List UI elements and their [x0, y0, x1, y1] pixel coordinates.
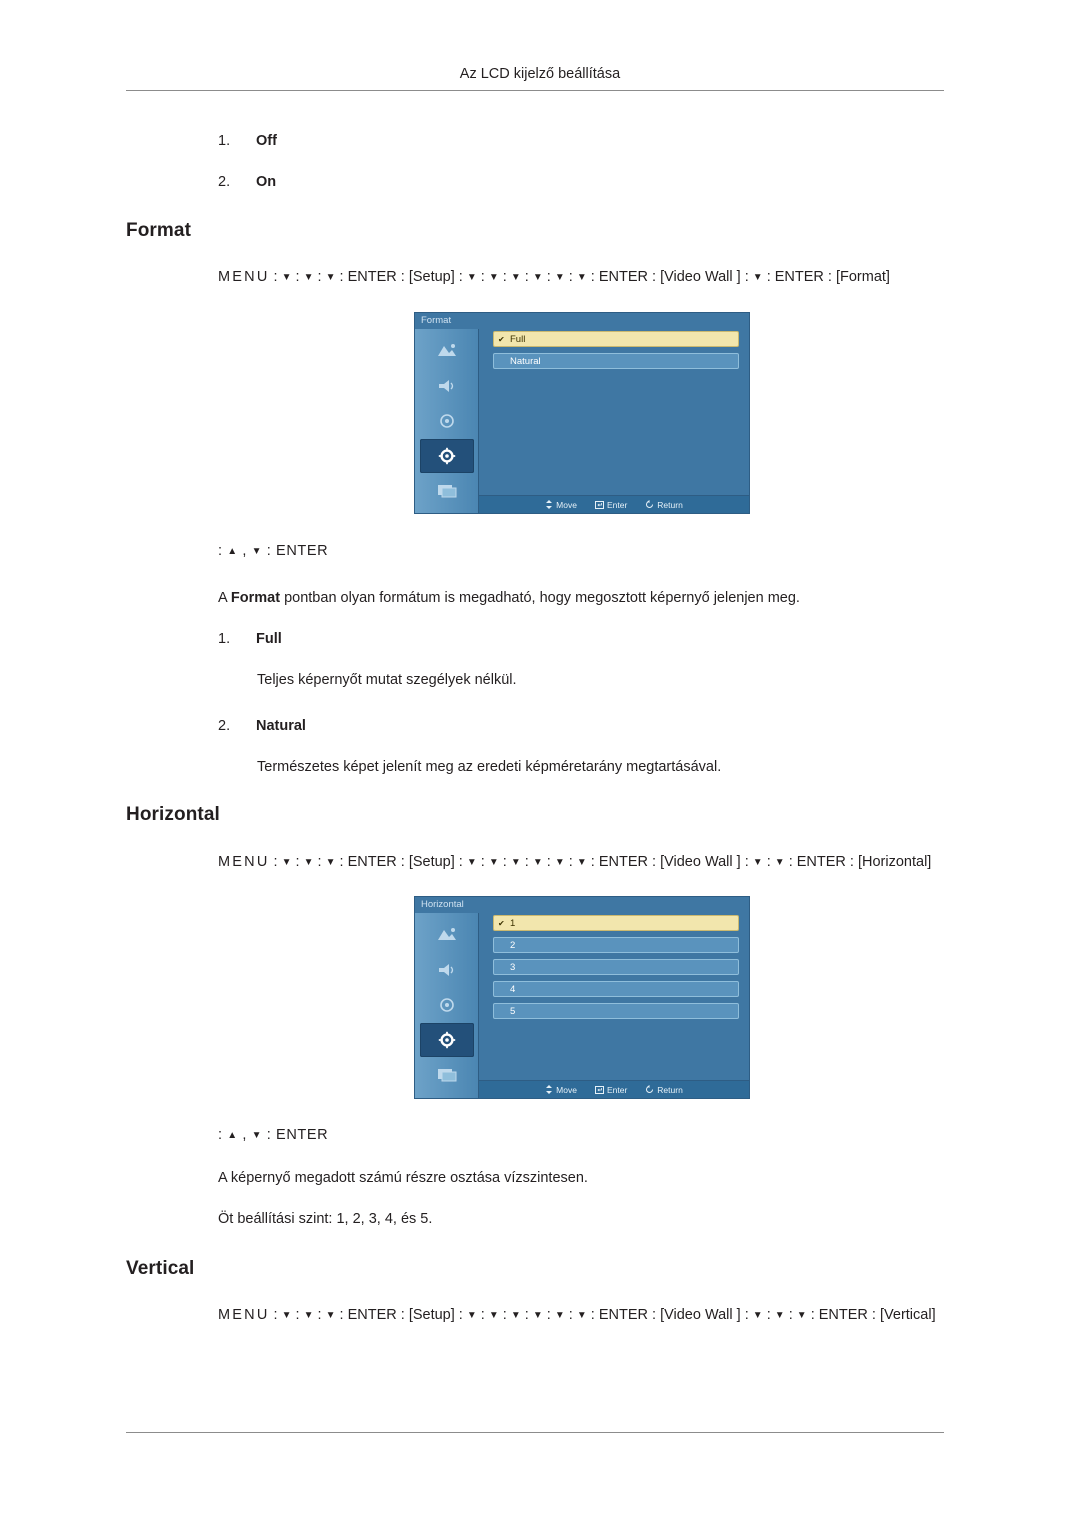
osd-option-list: ✔ Full Natural [479, 329, 749, 513]
horizontal-description-2: Öt beállítási szint: 1, 2, 3, 4, és 5. [218, 1211, 433, 1227]
osd-footer-move: Move [545, 500, 577, 510]
enter-instruction-horizontal: : ▲ , ▼ : ENTER [218, 1127, 329, 1143]
osd-row-label: Full [510, 333, 526, 345]
osd-row-label: 5 [510, 1005, 516, 1017]
list-item-label: Off [256, 133, 277, 149]
osd-footer-move-label: Move [556, 1084, 577, 1095]
osd-row-label: 1 [510, 917, 516, 929]
list-item-index: 1. [218, 133, 231, 149]
list-item: 2. Natural [218, 718, 306, 734]
osd-row-full[interactable]: ✔ Full [493, 331, 739, 347]
list-item-label: On [256, 174, 277, 190]
osd-footer-move: Move [545, 1085, 577, 1095]
osd-footer-return-label: Return [657, 499, 683, 510]
setup-gear-icon[interactable] [419, 439, 474, 473]
enter-instruction-format: : ▲ , ▼ : ENTER [218, 543, 329, 559]
page-header-title: Az LCD kijelző beállítása [459, 66, 621, 82]
section-heading-horizontal: Horizontal [126, 804, 220, 825]
enter-key-icon [594, 500, 604, 509]
osd-row-2[interactable]: 2 [493, 937, 739, 953]
input-icon[interactable] [420, 404, 474, 438]
osd-footer: Move Enter Return [479, 495, 749, 513]
osd-screenshot-format: Format ✔ Full Natural Move Enter Return [414, 312, 750, 514]
osd-row-natural[interactable]: Natural [493, 353, 739, 369]
osd-title: Horizontal [421, 899, 464, 910]
check-icon: ✔ [498, 334, 505, 344]
osd-title: Format [421, 315, 452, 326]
osd-footer-enter-label: Enter [606, 1084, 628, 1095]
osd-footer-enter-label: Enter [606, 499, 628, 510]
list-item-label: Full [256, 631, 282, 647]
list-item: 2. On [218, 174, 276, 190]
osd-icon-rail [415, 329, 479, 513]
list-item-index: 1. [218, 631, 231, 647]
footer-divider [126, 1432, 944, 1433]
input-icon[interactable] [420, 988, 474, 1022]
document-page: Az LCD kijelző beállítása 1. Off 2. On For… [0, 0, 1080, 1527]
osd-screenshot-horizontal: Horizontal ✔ 1 2 3 4 5 Move Enter Return [414, 896, 750, 1099]
osd-footer-return-label: Return [657, 1084, 683, 1095]
list-item-index: 2. [218, 718, 231, 734]
sound-icon[interactable] [420, 953, 474, 987]
up-down-arrow-icon [546, 1085, 553, 1094]
section-heading-format: Format [126, 220, 191, 241]
list-item-index: 2. [218, 174, 231, 190]
multi-control-icon[interactable] [420, 474, 474, 508]
osd-footer-return: Return [645, 1085, 683, 1095]
format-description-bold: Format [230, 590, 281, 606]
osd-row-5[interactable]: 5 [493, 1003, 739, 1019]
osd-option-list: ✔ 1 2 3 4 5 [479, 913, 749, 1098]
osd-row-label: 4 [510, 983, 516, 995]
osd-footer-enter: Enter [594, 1084, 628, 1095]
header-divider [126, 90, 944, 91]
check-icon: ✔ [498, 918, 505, 928]
menu-path-horizontal: MENU : ▼ : ▼ : ▼ : ENTER : [Setup] : ▼ :… [218, 854, 932, 870]
option-description: Természetes képet jelenít meg az eredeti… [257, 759, 722, 775]
osd-footer-enter: Enter [594, 499, 628, 510]
osd-icon-rail [415, 913, 479, 1098]
osd-footer-return: Return [645, 500, 683, 510]
picture-icon[interactable] [420, 334, 474, 368]
picture-icon[interactable] [420, 918, 474, 952]
return-arrow-icon [646, 500, 654, 508]
osd-row-3[interactable]: 3 [493, 959, 739, 975]
osd-row-label: 3 [510, 961, 516, 973]
list-item: 1. Full [218, 631, 282, 647]
menu-path-format: MENU : ▼ : ▼ : ▼ : ENTER : [Setup] : ▼ :… [218, 269, 890, 285]
setup-gear-icon[interactable] [419, 1023, 474, 1057]
return-arrow-icon [646, 1085, 654, 1093]
horizontal-description-1: A képernyő megadott számú részre osztása… [218, 1170, 588, 1186]
list-item: 1. Off [218, 133, 277, 149]
format-description: A Format pontban olyan formátum is megad… [218, 590, 800, 606]
sound-icon[interactable] [420, 369, 474, 403]
list-item-label: Natural [256, 718, 306, 734]
section-heading-vertical: Vertical [126, 1258, 195, 1279]
osd-row-label: 2 [510, 939, 516, 951]
osd-row-1[interactable]: ✔ 1 [493, 915, 739, 931]
option-description: Teljes képernyőt mutat szegélyek nélkül. [257, 672, 517, 688]
osd-row-label: Natural [510, 355, 541, 367]
enter-key-icon [594, 1085, 604, 1094]
osd-footer: Move Enter Return [479, 1080, 749, 1098]
osd-row-4[interactable]: 4 [493, 981, 739, 997]
osd-footer-move-label: Move [556, 499, 577, 510]
multi-control-icon[interactable] [420, 1058, 474, 1092]
menu-path-vertical: MENU : ▼ : ▼ : ▼ : ENTER : [Setup] : ▼ :… [218, 1307, 936, 1323]
up-down-arrow-icon [546, 500, 553, 509]
